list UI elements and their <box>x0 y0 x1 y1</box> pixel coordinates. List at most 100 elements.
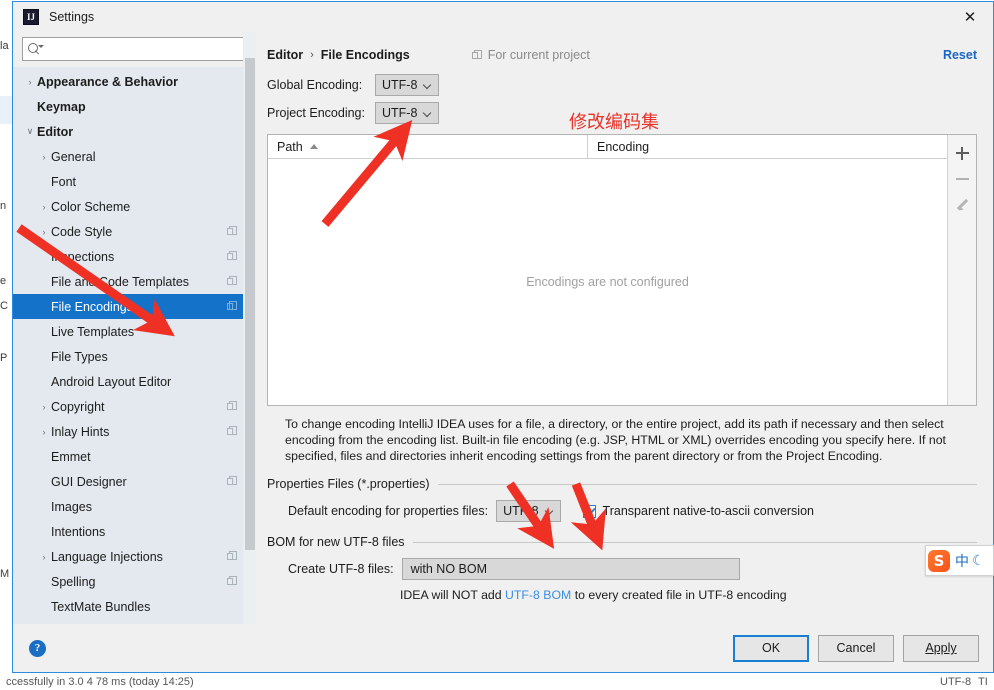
reset-link[interactable]: Reset <box>943 48 977 62</box>
bg-strip <box>0 96 12 124</box>
column-header-encoding[interactable]: Encoding <box>588 135 947 158</box>
dialog-titlebar: IJ Settings ✕ <box>13 2 993 32</box>
sidebar-item-label: Intentions <box>51 524 106 539</box>
table-toolbar <box>947 135 976 405</box>
dialog-body: › Appearance & Behavior Keymap ∨ Editor › Gene… <box>13 32 993 624</box>
apply-button-label: Apply <box>925 641 957 655</box>
column-header-path[interactable]: Path <box>268 135 588 158</box>
project-encoding-combo[interactable]: UTF-8 <box>375 102 440 124</box>
sidebar-item-appearance-behavior[interactable]: › Appearance & Behavior <box>13 69 256 94</box>
cancel-button[interactable]: Cancel <box>818 634 894 662</box>
description-text: To change encoding IntelliJ IDEA uses fo… <box>285 417 946 463</box>
sidebar-item-general[interactable]: › General <box>13 144 256 169</box>
ime-moon-icon[interactable]: ☾ <box>972 552 985 569</box>
sidebar-item-images[interactable]: Images <box>13 494 256 519</box>
apply-button[interactable]: Apply <box>903 634 979 662</box>
sidebar-item-keymap[interactable]: Keymap <box>13 94 256 119</box>
sidebar-item-spelling[interactable]: Spelling <box>13 569 256 594</box>
dialog-footer: ? OK Cancel Apply <box>13 624 993 672</box>
project-scope-icon <box>227 276 238 287</box>
chevron-right-icon[interactable]: › <box>37 227 51 237</box>
chevron-right-icon[interactable]: › <box>37 402 51 412</box>
properties-files-group-title: Properties Files (*.properties) <box>267 477 430 491</box>
for-current-project-label: For current project <box>487 48 590 62</box>
ok-button[interactable]: OK <box>733 634 809 662</box>
transparent-native-to-ascii-label: Transparent native-to-ascii conversion <box>602 504 814 518</box>
help-icon[interactable]: ? <box>29 639 46 657</box>
sogou-logo-icon[interactable]: S <box>928 549 950 572</box>
sidebar-item-label: Code Style <box>51 224 113 239</box>
global-encoding-value: UTF-8 <box>382 78 418 92</box>
search-icon <box>28 42 44 56</box>
bom-note-link: UTF-8 BOM <box>505 588 572 602</box>
sidebar-item-color-scheme[interactable]: › Color Scheme <box>13 194 256 219</box>
sidebar-scrollbar[interactable] <box>243 32 256 624</box>
sidebar-item-label: Copyright <box>51 399 105 414</box>
ime-mode-chinese[interactable]: 中 <box>955 551 969 571</box>
chevron-right-icon[interactable]: › <box>23 77 37 87</box>
sidebar-item-live-templates[interactable]: Live Templates <box>13 319 256 344</box>
create-utf8-files-combo[interactable]: with NO BOM <box>401 558 740 580</box>
chevron-right-icon[interactable]: › <box>37 427 51 437</box>
sidebar-item-android-layout-editor[interactable]: Android Layout Editor <box>13 369 256 394</box>
edit-icon[interactable] <box>949 192 976 218</box>
group-divider <box>437 483 977 485</box>
default-properties-encoding-row: Default encoding for properties files: U… <box>267 500 977 522</box>
sidebar-item-textmate-bundles[interactable]: TextMate Bundles <box>13 594 256 619</box>
bom-note-prefix: IDEA will NOT add <box>400 588 506 602</box>
sidebar-item-inlay-hints[interactable]: › Inlay Hints <box>13 419 256 444</box>
sort-ascending-icon <box>309 144 318 149</box>
bg-fragment: M <box>0 568 10 580</box>
sidebar-item-editor[interactable]: ∨ Editor <box>13 119 256 144</box>
global-encoding-label: Global Encoding: <box>267 78 363 92</box>
sidebar-item-code-style[interactable]: › Code Style <box>13 219 256 244</box>
chevron-down-icon[interactable]: ∨ <box>23 126 37 137</box>
project-scope-icon <box>227 476 238 487</box>
sidebar-item-font[interactable]: Font <box>13 169 256 194</box>
bom-group-header: BOM for new UTF-8 files <box>267 535 977 549</box>
table-header-row: Path Encoding <box>268 135 947 159</box>
bom-note: IDEA will NOT add UTF-8 BOM to every cre… <box>267 588 977 602</box>
search-input[interactable] <box>45 42 243 56</box>
search-box[interactable] <box>22 37 249 61</box>
search-container <box>13 32 256 67</box>
project-scope-icon <box>227 426 238 437</box>
sidebar-item-intentions[interactable]: Intentions <box>13 519 256 544</box>
sidebar-item-label: Inspections <box>51 249 115 264</box>
bom-note-suffix: to every created file in UTF-8 encoding <box>571 588 787 602</box>
intellij-idea-icon: IJ <box>23 9 39 25</box>
bg-fragment: n <box>0 200 7 212</box>
transparent-native-to-ascii-checkbox[interactable]: Transparent native-to-ascii conversion <box>582 504 814 518</box>
sidebar-item-file-and-code-templates[interactable]: File and Code Templates <box>13 269 256 294</box>
chevron-down-icon <box>424 81 432 89</box>
sidebar-item-label: File Encodings <box>51 299 133 314</box>
chevron-right-icon[interactable]: › <box>37 202 51 212</box>
bg-encoding-status: UTF-8 <box>940 676 972 688</box>
default-properties-encoding-combo[interactable]: UTF-8 <box>496 500 561 522</box>
sidebar-item-label: Color Scheme <box>51 199 131 214</box>
bom-group-title: BOM for new UTF-8 files <box>267 535 405 549</box>
chevron-right-icon[interactable]: › <box>37 552 51 562</box>
sidebar-scrollbar-thumb[interactable] <box>245 58 255 550</box>
breadcrumb-parent[interactable]: Editor <box>267 48 303 62</box>
sidebar-item-file-encodings[interactable]: File Encodings <box>13 294 256 319</box>
sidebar-item-inspections[interactable]: Inspections <box>13 244 256 269</box>
remove-icon[interactable] <box>949 166 976 192</box>
sogou-ime-widget[interactable]: S 中 ☾ <box>925 545 994 576</box>
sidebar-item-label: General <box>51 149 96 164</box>
sidebar-item-label: TextMate Bundles <box>51 599 151 614</box>
global-encoding-combo[interactable]: UTF-8 <box>375 74 440 96</box>
close-icon[interactable]: ✕ <box>947 2 993 32</box>
bg-fragment: e <box>0 275 7 287</box>
bg-fragment-right: TI <box>978 676 988 688</box>
add-icon[interactable] <box>949 140 976 166</box>
chevron-right-icon[interactable]: › <box>37 152 51 162</box>
project-scope-icon <box>471 49 483 61</box>
sidebar-item-copyright[interactable]: › Copyright <box>13 394 256 419</box>
sidebar-item-language-injections[interactable]: › Language Injections <box>13 544 256 569</box>
sidebar-item-emmet[interactable]: Emmet <box>13 444 256 469</box>
sidebar-item-gui-designer[interactable]: GUI Designer <box>13 469 256 494</box>
sidebar-item-label: Font <box>51 174 77 189</box>
sidebar-item-file-types[interactable]: File Types <box>13 344 256 369</box>
project-scope-icon <box>227 401 238 412</box>
